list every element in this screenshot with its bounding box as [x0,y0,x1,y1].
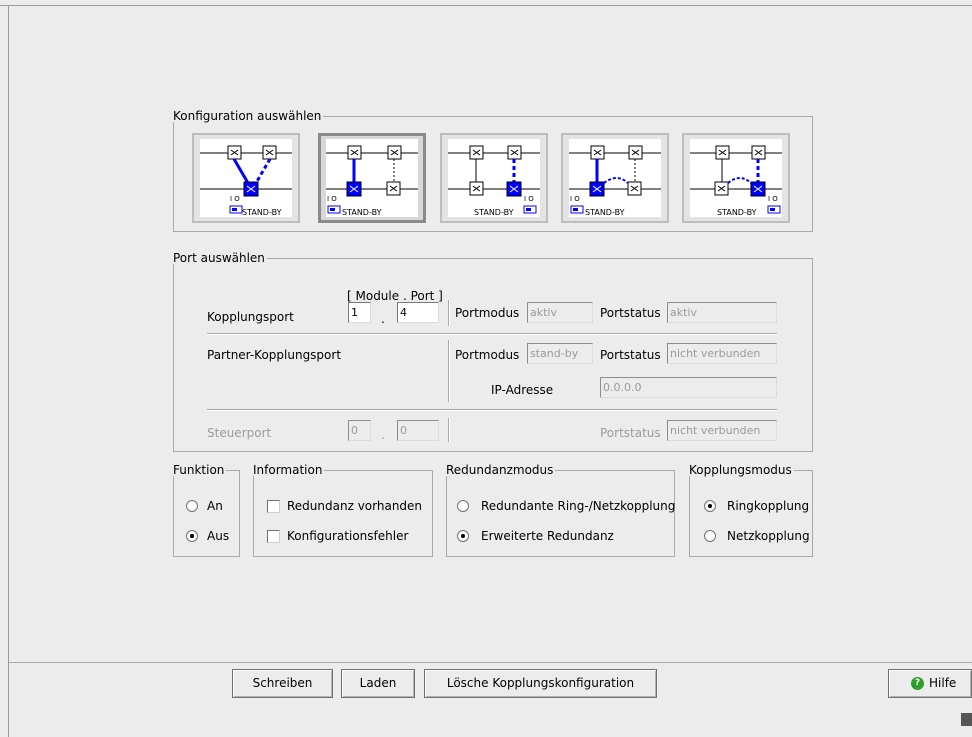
switch-label: I O [230,195,240,203]
divider [207,333,777,335]
switch-label: I O [524,195,534,203]
hilfe-label: Hilfe [929,676,957,690]
switch-label: I O [768,195,778,203]
standby-label: STAND-BY [242,208,282,217]
partner-portmodus-field: stand-by [527,343,593,364]
config-option-1[interactable]: I O STAND-BY [192,133,300,223]
steuerport-module-input: 0 [348,420,371,441]
erweiterte-redundanz-label[interactable]: Erweiterte Redundanz [481,529,614,543]
config-option-5[interactable]: I O STAND-BY [682,133,790,223]
config-group-legend: Konfiguration auswählen [173,109,322,123]
divider [207,409,777,411]
ring-coupling-diagram-icon [326,145,418,214]
standby-label: STAND-BY [342,208,382,217]
separator [448,340,450,402]
separator [448,418,450,442]
config-option-4[interactable]: I O STAND-BY [561,133,669,223]
portmodus-field: aktiv [527,302,593,323]
standby-label: STAND-BY [474,208,514,217]
ip-address-label: IP-Adresse [491,383,554,397]
left-border [8,5,9,737]
separator [448,300,450,326]
config-option-2[interactable]: I O STAND-BY [318,133,426,223]
funktion-legend: Funktion [173,463,225,477]
funktion-an-radio[interactable] [186,500,198,512]
netzkopplung-radio[interactable] [704,530,716,542]
konfigurationsfehler-checkbox [267,530,280,543]
switch-label: I O [570,195,580,203]
erweiterte-redundanz-radio[interactable] [457,530,469,542]
steuerport-portstatus-label: Portstatus [600,426,661,440]
standby-label: STAND-BY [717,208,757,217]
kopplungsmodus-legend: Kopplungsmodus [689,463,792,477]
kopplungsport-module-input[interactable]: 1 [348,302,371,323]
steuerport-port-input: 0 [397,420,439,441]
redundanzmodus-legend: Redundanzmodus [446,463,554,477]
button-bar-divider [9,662,972,663]
redundanz-vorhanden-checkbox [267,500,280,513]
partner-portmodus-label: Portmodus [455,348,520,362]
ip-address-field: 0.0.0.0 [600,377,777,398]
redundanz-vorhanden-label: Redundanz vorhanden [287,499,423,513]
portmodus-label: Portmodus [455,306,520,320]
help-icon: ? [911,677,924,690]
partner-portstatus-label: Portstatus [600,348,661,362]
ringkopplung-label[interactable]: Ringkopplung [727,499,809,513]
steuerport-label: Steuerport [207,426,272,440]
dot-separator: . [381,312,385,326]
module-port-header: [ Module . Port ] [347,289,443,303]
laden-button[interactable]: Laden [341,669,415,698]
config-option-3[interactable]: I O STAND-BY [440,133,548,223]
port-group-legend: Port auswählen [173,251,265,265]
redundante-ring-netzkopplung-label[interactable]: Redundante Ring-/Netzkopplung [481,499,675,513]
funktion-aus-radio[interactable] [186,530,198,542]
portstatus-label: Portstatus [600,306,661,320]
ring-coupling-diagram-icon [200,145,292,214]
standby-label: STAND-BY [585,208,625,217]
partner-portstatus-field: nicht verbunden [667,343,777,364]
kopplungsport-port-input[interactable]: 4 [397,302,439,323]
dot-separator: . [381,428,385,442]
top-border [0,5,972,6]
resize-handle-icon[interactable] [961,713,972,726]
funktion-aus-label[interactable]: Aus [207,529,229,543]
ring-coupling-diagram-icon [448,145,540,214]
schreiben-button[interactable]: Schreiben [232,669,333,698]
hilfe-button[interactable]: ? Hilfe [888,669,972,698]
switch-label: I O [327,195,337,203]
ring-coupling-diagram-icon [569,145,661,214]
portstatus-field: aktiv [667,302,777,323]
netzkopplung-label[interactable]: Netzkopplung [727,529,810,543]
information-legend: Information [253,463,323,477]
konfigurationsfehler-label: Konfigurationsfehler [287,529,409,543]
ringkopplung-radio[interactable] [704,500,716,512]
ring-coupling-diagram-icon [690,145,782,214]
loesche-kopplungskonfiguration-button[interactable]: Lösche Kopplungskonfiguration [424,669,657,698]
kopplungsport-label: Kopplungsport [207,310,294,324]
steuerport-portstatus-field: nicht verbunden [667,420,777,441]
funktion-an-label[interactable]: An [207,499,223,513]
partner-kopplungsport-label: Partner-Kopplungsport [207,348,342,362]
redundante-ring-netzkopplung-radio[interactable] [457,500,469,512]
